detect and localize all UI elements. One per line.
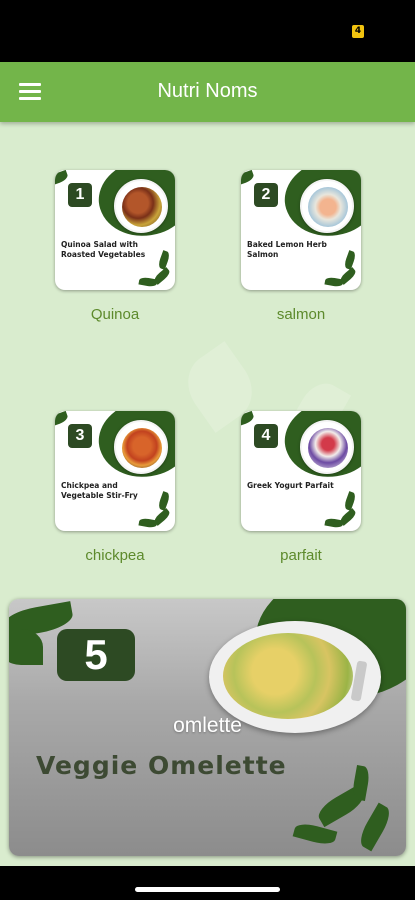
recipe-card-title: Greek Yogurt Parfait [247,481,334,490]
recipe-number-badge: 5 [57,629,135,681]
recipe-card-title: Quinoa Salad with Roasted Vegetables [61,240,146,259]
recipe-thumbnail: 3 Chickpea and Vegetable Stir-Fry [55,411,175,531]
recipe-card-quinoa[interactable]: 1 Quinoa Salad with Roasted Vegetables Q… [55,170,175,323]
recipe-card-salmon[interactable]: 2 Baked Lemon Herb Salmon salmon [241,170,361,323]
recipe-caption: omlette [173,714,242,737]
recipe-number-badge: 1 [68,183,92,207]
app-bar: Nutri Noms [0,62,415,122]
recipe-card-title: Baked Lemon Herb Salmon [247,240,327,259]
food-plate-image [300,179,354,233]
recipe-number-badge: 2 [254,183,278,207]
recipe-caption: chickpea [85,547,145,564]
food-plate-image [300,420,354,474]
featured-recipe-omelette[interactable]: 5 omlette Veggie Omelette [9,599,406,856]
app-title: Nutri Noms [157,80,258,102]
recipe-caption: salmon [276,306,326,323]
food-plate-image [114,179,168,233]
status-bar: 4 [0,0,415,62]
recipe-card-title: Chickpea and Vegetable Stir-Fry [61,481,138,500]
recipe-number-badge: 3 [68,424,92,448]
recipe-caption: Quinoa [90,306,140,323]
home-indicator[interactable] [135,887,280,892]
recipe-thumbnail: 1 Quinoa Salad with Roasted Vegetables [55,170,175,290]
recipe-thumbnail: 2 Baked Lemon Herb Salmon [241,170,361,290]
recipe-thumbnail: 4 Greek Yogurt Parfait [241,411,361,531]
main-content: 1 Quinoa Salad with Roasted Vegetables Q… [0,122,415,866]
system-navigation-bar [0,866,415,900]
battery-icon: 4 [352,25,364,38]
recipe-caption: parfait [280,547,322,564]
food-plate-image [114,420,168,474]
recipe-card-chickpea[interactable]: 3 Chickpea and Vegetable Stir-Fry chickp… [55,411,175,564]
featured-dish-title: Veggie Omelette [36,751,287,780]
recipe-card-parfait[interactable]: 4 Greek Yogurt Parfait parfait [241,411,361,564]
recipe-number-badge: 4 [254,424,278,448]
